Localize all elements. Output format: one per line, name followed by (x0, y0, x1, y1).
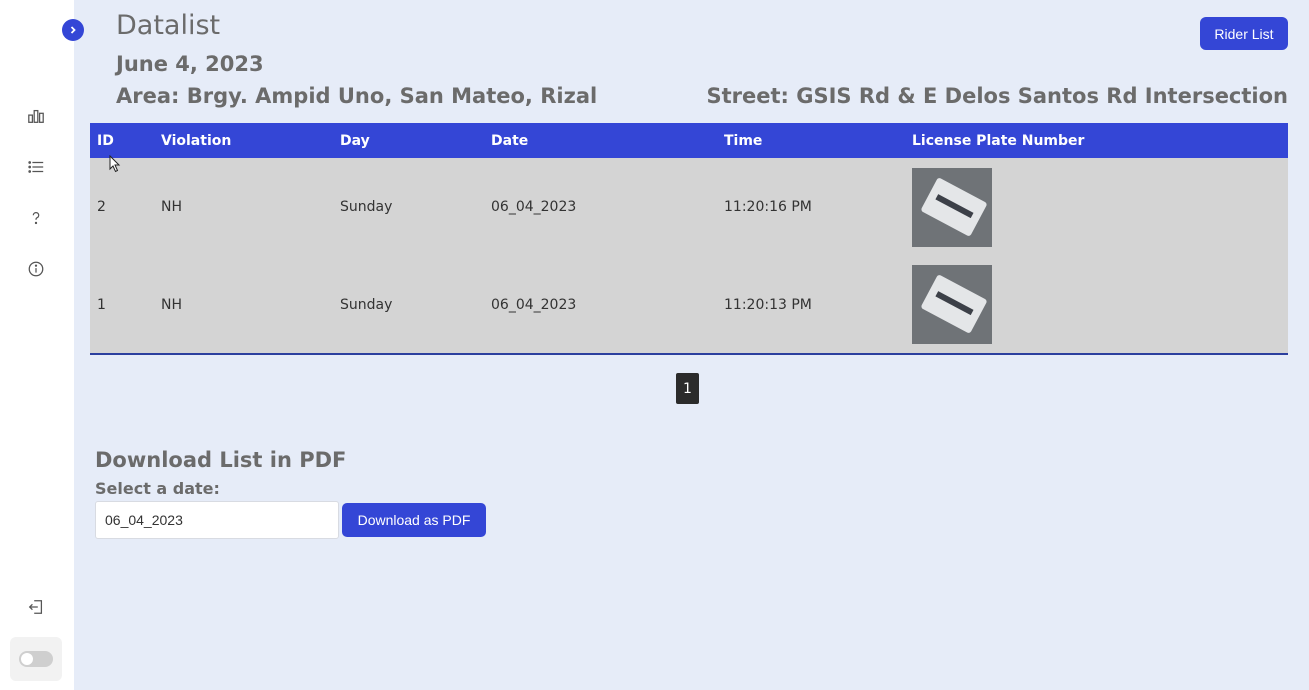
help-icon[interactable] (26, 208, 46, 228)
report-date: June 4, 2023 (116, 52, 264, 76)
cell-time: 11:20:13 PM (724, 296, 812, 313)
table-row: 1 NH Sunday 06_04_2023 11:20:13 PM (90, 256, 1288, 354)
mouse-cursor-icon (109, 155, 121, 173)
list-icon[interactable] (26, 157, 46, 177)
info-icon[interactable] (26, 259, 46, 279)
collapse-arrow-icon[interactable] (62, 19, 84, 41)
download-section-title: Download List in PDF (95, 448, 347, 472)
cell-day: Sunday (340, 199, 393, 215)
cell-day: Sunday (340, 296, 393, 313)
column-header-license-plate: License Plate Number (912, 132, 1085, 149)
page-title: Datalist (116, 10, 221, 41)
pagination-page-button[interactable]: 1 (676, 373, 699, 404)
table-row: 2 NH Sunday 06_04_2023 11:20:16 PM (90, 158, 1288, 256)
license-plate-image[interactable] (912, 265, 992, 344)
date-select-label: Select a date: (95, 479, 220, 498)
toggle-knob (21, 653, 33, 665)
cell-id: 2 (97, 199, 106, 215)
cell-date: 06_04_2023 (491, 296, 577, 313)
theme-toggle-container (10, 637, 62, 681)
download-pdf-button[interactable]: Download as PDF (342, 503, 486, 537)
theme-toggle[interactable] (19, 651, 53, 667)
column-header-id: ID (97, 132, 114, 149)
cell-violation: NH (161, 199, 182, 215)
license-plate-image[interactable] (912, 167, 992, 247)
date-input[interactable] (95, 501, 339, 539)
main-content: Datalist June 4, 2023 Area: Brgy. Ampid … (74, 0, 1309, 690)
cell-time: 11:20:16 PM (724, 199, 812, 215)
violations-table: ID Violation Day Date Time License Plate… (90, 123, 1288, 355)
column-header-violation: Violation (161, 132, 232, 149)
cell-license-plate (905, 256, 1288, 354)
cell-date: 06_04_2023 (491, 199, 577, 215)
bar-chart-icon[interactable] (26, 106, 46, 126)
cell-violation: NH (161, 296, 182, 313)
column-header-date: Date (491, 132, 529, 149)
area-label: Area: Brgy. Ampid Uno, San Mateo, Rizal (116, 84, 598, 108)
rider-list-button[interactable]: Rider List (1200, 17, 1288, 50)
street-label: Street: GSIS Rd & E Delos Santos Rd Inte… (706, 84, 1288, 108)
sidebar (0, 0, 74, 690)
column-header-time: Time (724, 132, 763, 149)
cell-id: 1 (97, 296, 106, 313)
logout-icon[interactable] (26, 597, 46, 617)
column-header-day: Day (340, 132, 370, 149)
table-header-row: ID Violation Day Date Time License Plate… (90, 123, 1288, 158)
cell-license-plate (905, 158, 1288, 256)
